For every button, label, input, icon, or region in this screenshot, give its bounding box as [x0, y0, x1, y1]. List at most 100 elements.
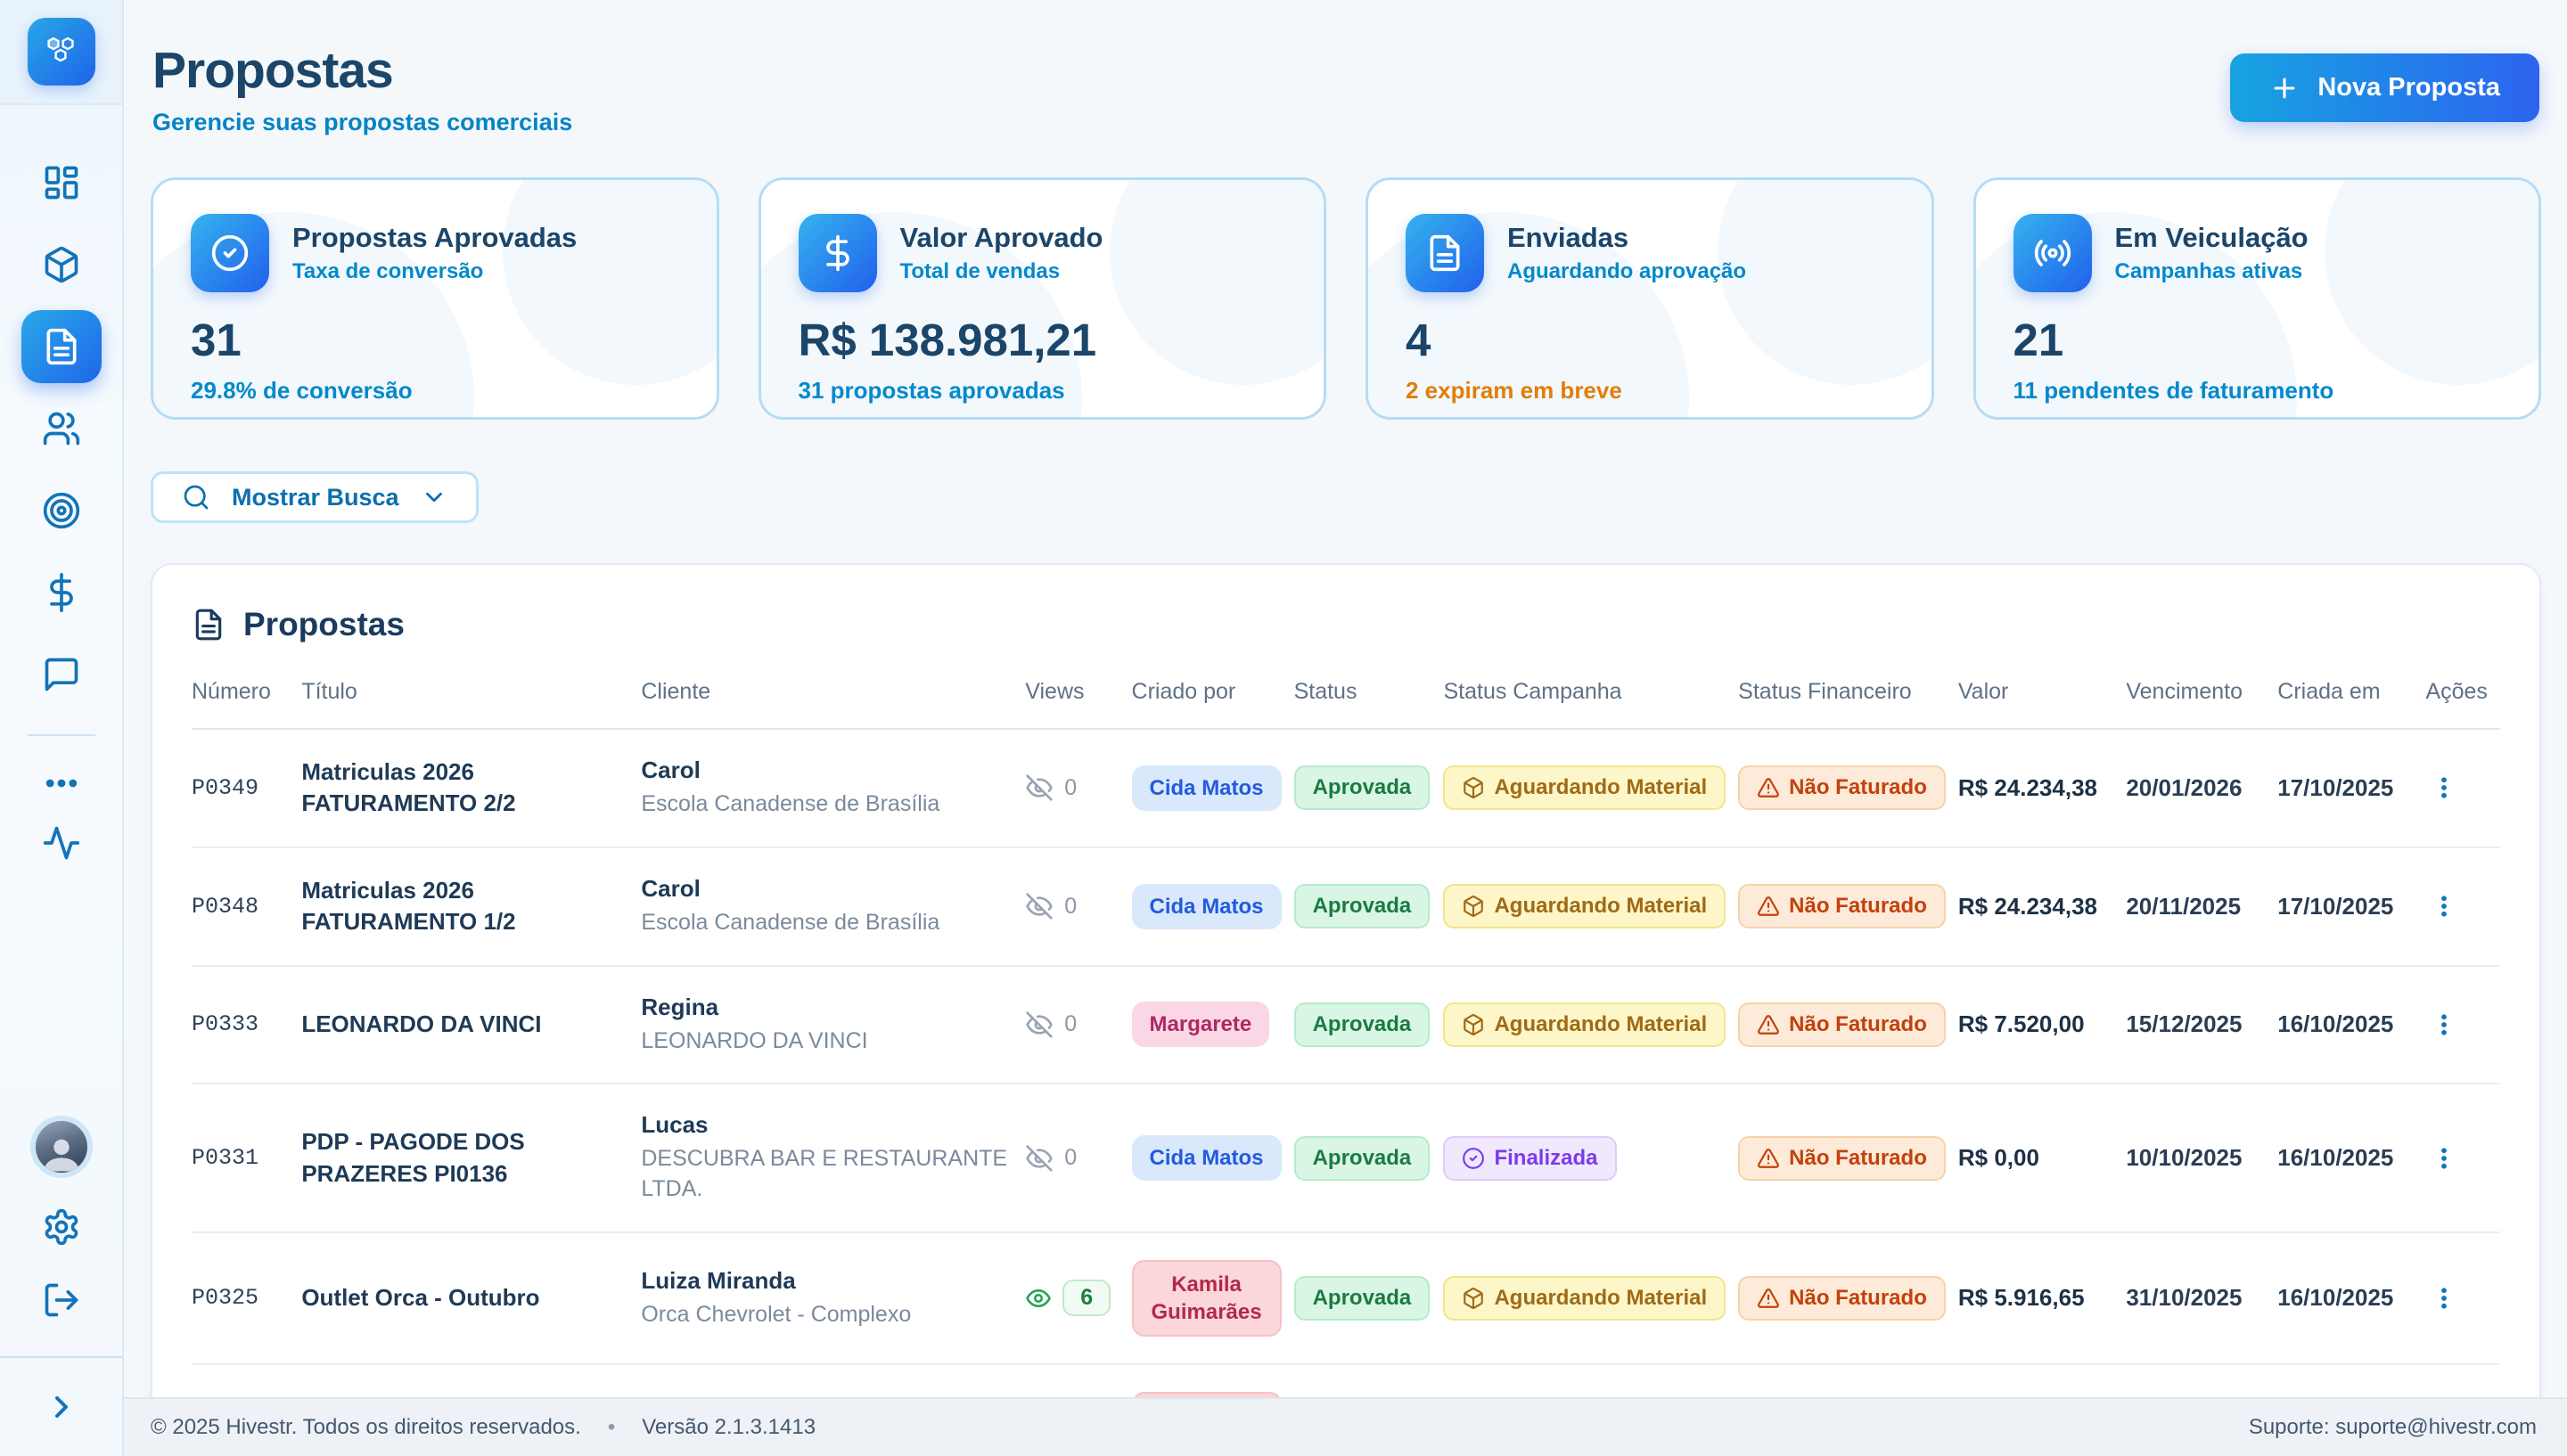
proposal-title: Outlet Orca - Outubro — [301, 1232, 641, 1364]
due-date: 20/11/2025 — [2126, 847, 2277, 966]
status-badge: Aprovada — [1294, 1002, 1431, 1047]
table-row[interactable]: P0348 Matriculas 2026 FATURAMENTO 1/2 Ca… — [192, 847, 2500, 966]
proposal-number: P0331 — [192, 1084, 301, 1232]
sidebar-item-more[interactable] — [21, 759, 102, 807]
support-text: Suporte: suporte@hivestr.com — [2249, 1415, 2537, 1440]
activity-icon — [42, 823, 81, 863]
ellipsis-icon — [42, 764, 81, 803]
proposals-table: Número Título Cliente Views Criado por S… — [192, 679, 2500, 1456]
stat-card-veiculacao[interactable]: Em Veiculação Campanhas ativas 21 11 pen… — [1973, 177, 2542, 420]
stat-value: 4 — [1406, 314, 1894, 366]
client-company: Escola Canadense de Brasília — [641, 789, 1013, 820]
views-count: 0 — [1064, 775, 1077, 801]
client-company: Escola Canadense de Brasília — [641, 908, 1013, 938]
main-content: Propostas Gerencie suas propostas comerc… — [124, 0, 2567, 1456]
proposals-table-card: Propostas Número Título Cliente Views Cr… — [151, 563, 2541, 1456]
show-search-button[interactable]: Mostrar Busca — [151, 471, 479, 523]
package-icon — [42, 245, 81, 284]
gear-icon — [42, 1207, 81, 1247]
stat-card-aprovadas[interactable]: Propostas Aprovadas Taxa de conversão 31… — [151, 177, 719, 420]
package-icon — [1462, 895, 1485, 918]
campaign-status-badge: Aguardando Material — [1443, 765, 1726, 810]
dollar-icon — [799, 214, 877, 292]
table-row[interactable]: P0331 PDP - PAGODE DOS PRAZERES PI0136 L… — [192, 1084, 2500, 1232]
app-logo[interactable] — [28, 18, 95, 86]
sidebar-nav — [21, 105, 102, 879]
creator-badge: Cida Matos — [1132, 884, 1282, 929]
eye-icon — [1025, 1285, 1052, 1312]
search-icon — [182, 483, 210, 511]
row-actions-button[interactable] — [2425, 769, 2463, 806]
financial-status-badge: Não Faturado — [1738, 884, 1946, 928]
chevron-down-icon — [421, 484, 447, 511]
new-proposal-button[interactable]: Nova Proposta — [2230, 53, 2539, 122]
created-date: 17/10/2025 — [2277, 729, 2425, 847]
campaign-status-badge: Aguardando Material — [1443, 884, 1726, 928]
chevron-right-icon — [44, 1389, 79, 1425]
sidebar-item-packages[interactable] — [21, 228, 102, 301]
col-criada-em: Criada em — [2277, 679, 2425, 729]
package-icon — [1462, 1013, 1485, 1036]
settings-button[interactable] — [35, 1203, 88, 1251]
page-footer: © 2025 Hivestr. Todos os direitos reserv… — [124, 1397, 2567, 1456]
views-count: 0 — [1064, 1011, 1077, 1037]
logout-button[interactable] — [35, 1276, 88, 1324]
stat-footer: 31 propostas aprovadas — [799, 377, 1287, 405]
table-row[interactable]: P0349 Matriculas 2026 FATURAMENTO 2/2 Ca… — [192, 729, 2500, 847]
financial-status-badge: Não Faturado — [1738, 765, 1946, 810]
created-date: 16/10/2025 — [2277, 966, 2425, 1084]
financial-status-badge: Não Faturado — [1738, 1002, 1946, 1047]
client-company: LEONARDO DA VINCI — [641, 1027, 1013, 1057]
proposal-value: R$ 7.520,00 — [1958, 966, 2126, 1084]
campaign-status-badge: Aguardando Material — [1443, 1276, 1726, 1321]
status-badge: Aprovada — [1294, 1136, 1431, 1181]
row-actions-button[interactable] — [2425, 1140, 2463, 1177]
sidebar-item-dashboard[interactable] — [21, 146, 102, 219]
stat-title: Propostas Aprovadas — [292, 222, 577, 254]
col-status: Status — [1294, 679, 1444, 729]
table-row[interactable]: P0325 Outlet Orca - Outubro Luiza Mirand… — [192, 1232, 2500, 1364]
warning-triangle-icon — [1757, 1287, 1780, 1310]
table-row[interactable]: P0333 LEONARDO DA VINCI Regina LEONARDO … — [192, 966, 2500, 1084]
user-avatar[interactable] — [30, 1116, 93, 1178]
sidebar-item-targets[interactable] — [21, 474, 102, 547]
creator-badge: Margarete — [1132, 1002, 1270, 1047]
row-actions-button[interactable] — [2425, 1280, 2463, 1317]
col-views: Views — [1025, 679, 1131, 729]
warning-triangle-icon — [1757, 1013, 1780, 1036]
logout-icon — [42, 1280, 81, 1320]
sidebar-collapse-button[interactable] — [0, 1356, 122, 1456]
sidebar-item-activity[interactable] — [21, 816, 102, 870]
broadcast-icon — [2013, 214, 2092, 292]
due-date: 31/10/2025 — [2126, 1232, 2277, 1364]
created-date: 16/10/2025 — [2277, 1084, 2425, 1232]
col-criado-por: Criado por — [1132, 679, 1294, 729]
proposal-title: Matriculas 2026 FATURAMENTO 1/2 — [301, 847, 641, 966]
sidebar-logo-area — [0, 0, 122, 105]
sidebar-bottom — [30, 1116, 93, 1356]
target-icon — [42, 491, 81, 530]
row-actions-button[interactable] — [2425, 1006, 2463, 1043]
stats-cards: Propostas Aprovadas Taxa de conversão 31… — [151, 177, 2541, 420]
col-status-campanha: Status Campanha — [1443, 679, 1738, 729]
client-name: Lucas — [641, 1111, 1013, 1139]
chat-icon — [42, 655, 81, 694]
campaign-status-badge: Finalizada — [1443, 1136, 1616, 1181]
stat-card-valor[interactable]: Valor Aprovado Total de vendas R$ 138.98… — [759, 177, 1327, 420]
row-actions-button[interactable] — [2425, 888, 2463, 925]
client-company: DESCUBRA BAR E RESTAURANTE LTDA. — [641, 1144, 1013, 1205]
sidebar-item-proposals[interactable] — [21, 310, 102, 383]
sidebar-item-messages[interactable] — [21, 638, 102, 711]
stat-value: R$ 138.981,21 — [799, 314, 1287, 366]
warning-triangle-icon — [1757, 776, 1780, 799]
col-numero: Número — [192, 679, 301, 729]
stat-subtitle: Aguardando aprovação — [1507, 259, 1746, 284]
sidebar-item-finance[interactable] — [21, 556, 102, 629]
eye-off-icon — [1025, 892, 1054, 920]
financial-status-badge: Não Faturado — [1738, 1136, 1946, 1181]
dollar-icon — [42, 573, 81, 612]
due-date: 15/12/2025 — [2126, 966, 2277, 1084]
stat-card-enviadas[interactable]: Enviadas Aguardando aprovação 4 2 expira… — [1366, 177, 1934, 420]
views-count: 0 — [1064, 894, 1077, 920]
sidebar-item-clients[interactable] — [21, 392, 102, 465]
